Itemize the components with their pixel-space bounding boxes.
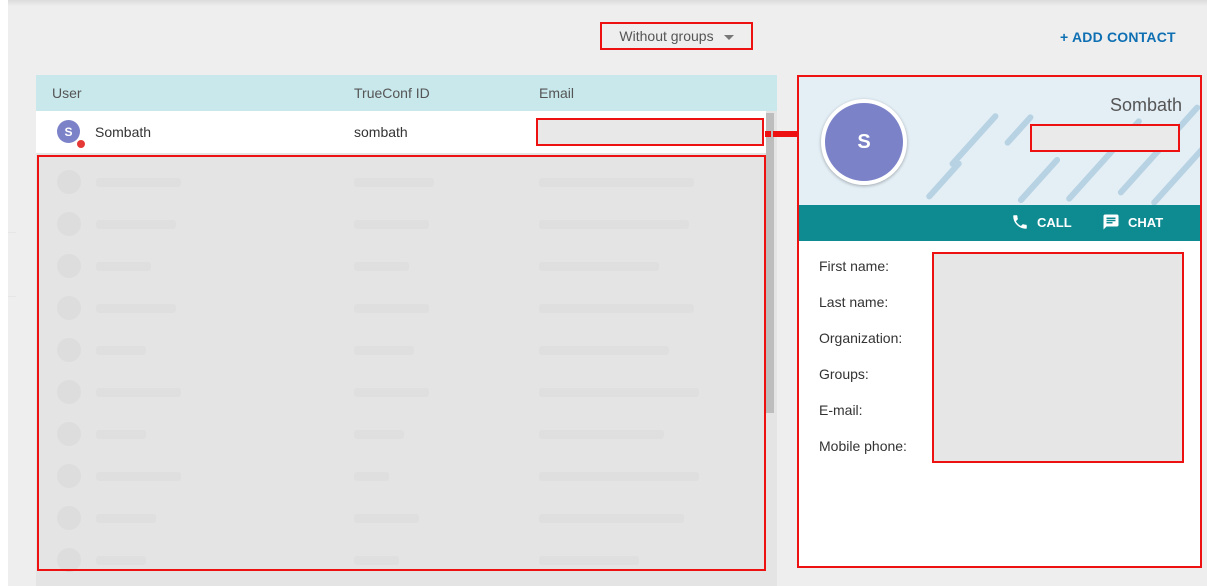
message-icon	[1103, 214, 1119, 230]
user-name: Sombath	[95, 124, 152, 140]
caret-down-icon	[723, 34, 734, 40]
chat-label: CHAT	[1128, 214, 1164, 230]
group-filter-label: Without groups	[619, 28, 714, 44]
field-label-organization: Organization:	[819, 330, 903, 346]
redacted-contact-details	[932, 252, 1184, 463]
contact-display-name: Sombath	[1109, 95, 1182, 115]
chat-button[interactable]: CHAT	[1102, 213, 1163, 231]
field-label-last-name: Last name:	[819, 294, 889, 310]
group-filter-dropdown[interactable]: Without groups	[600, 22, 753, 50]
profile-banner: Sombath S	[799, 77, 1200, 205]
table-scrollbar[interactable]	[766, 113, 774, 413]
field-label-mobile-phone: Mobile phone:	[819, 438, 907, 454]
call-label: CALL	[1037, 214, 1072, 230]
divider	[8, 232, 16, 233]
field-label-email: E-mail:	[819, 402, 863, 418]
contact-details-panel: Sombath S CALL CHAT First name: Last nam…	[797, 75, 1202, 568]
panel-footer-strip	[797, 568, 1202, 586]
avatar: S	[821, 99, 907, 185]
redacted-contacts-area	[37, 155, 766, 571]
top-shadow	[8, 0, 1207, 6]
field-label-groups: Groups:	[819, 366, 869, 382]
divider	[8, 296, 16, 297]
table-header: User TrueConf ID Email	[36, 75, 777, 111]
banner-decoration	[1016, 155, 1062, 205]
contact-actions-bar: CALL CHAT	[799, 205, 1200, 241]
add-contact-button[interactable]: + ADD CONTACT	[1060, 29, 1176, 45]
call-button[interactable]: CALL	[1011, 213, 1072, 231]
column-header-trueconf-id[interactable]: TrueConf ID	[354, 85, 430, 101]
status-indicator	[76, 139, 86, 149]
field-label-first-name: First name:	[819, 258, 890, 274]
phone-icon	[1013, 215, 1027, 229]
column-header-user[interactable]: User	[52, 85, 82, 101]
column-header-email[interactable]: Email	[539, 85, 574, 101]
trueconf-id: sombath	[354, 124, 408, 140]
banner-decoration	[925, 159, 963, 201]
redacted-email	[536, 118, 764, 146]
redacted-login	[1030, 124, 1180, 152]
banner-decoration	[948, 111, 1000, 169]
